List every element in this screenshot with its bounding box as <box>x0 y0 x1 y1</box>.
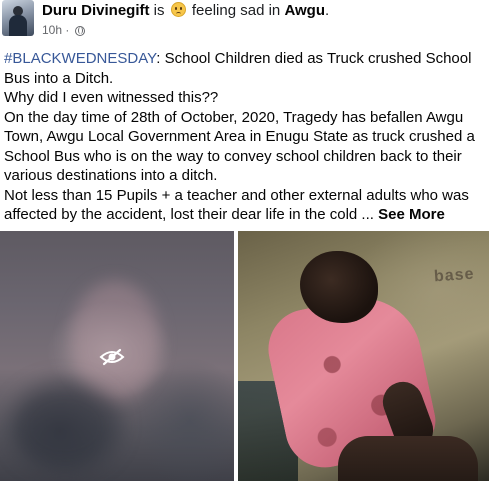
body-line-4: On the day time of 28th of October, 2020… <box>4 108 464 126</box>
body-line-2: Bus into a Ditch. <box>4 69 114 87</box>
location-link[interactable]: Awgu <box>284 2 325 19</box>
body-line-1-text: : School Children died as Truck crushed … <box>156 50 472 67</box>
location-suffix: . <box>325 2 330 19</box>
body-line-6: School Bus who is on the way to convey s… <box>4 147 462 165</box>
sad-face-emoji-icon <box>170 2 186 17</box>
body-line-3: Why did I even witnessed this?? <box>4 89 219 106</box>
post-header: Duru Divinegift is feeling sad in Awgu. … <box>0 0 489 42</box>
photo-background-text: base <box>433 265 475 286</box>
body-line-9: affected by the accident, lost their dea… <box>4 205 486 225</box>
body-line-1: #BLACKWEDNESDAY: School Children died as… <box>4 49 486 69</box>
post-meta: 10h · <box>42 23 85 37</box>
photo-blur-blob <box>10 381 120 471</box>
avatar[interactable] <box>2 0 34 36</box>
body-line-8: Not less than 15 Pupils + a teacher and … <box>4 186 469 204</box>
hashtag-link[interactable]: #BLACKWEDNESDAY <box>4 50 156 67</box>
hidden-eye-icon[interactable] <box>99 348 125 366</box>
meta-separator: · <box>65 23 70 37</box>
avatar-figure-body <box>9 15 27 36</box>
author-name[interactable]: Duru Divinegift <box>42 2 150 19</box>
see-more-link[interactable]: See More <box>378 206 445 223</box>
activity-prefix: is <box>153 2 165 19</box>
globe-icon[interactable] <box>74 26 85 36</box>
author-line: Duru Divinegift is feeling sad in Awgu. <box>42 2 329 20</box>
body-line-7: various destinations into a ditch. <box>4 167 218 184</box>
photo-skirt <box>338 436 478 481</box>
post-body: #BLACKWEDNESDAY: School Children died as… <box>4 49 486 225</box>
feeling-text: feeling sad in <box>191 2 281 19</box>
body-line-5: Town, Awgu Local Government Area in Enug… <box>4 128 475 145</box>
photo-blurred[interactable] <box>0 231 234 481</box>
photo-victim[interactable]: base <box>238 231 489 481</box>
post-time[interactable]: 10h <box>42 23 62 37</box>
body-line-9-text: affected by the accident, lost their dea… <box>4 206 374 223</box>
